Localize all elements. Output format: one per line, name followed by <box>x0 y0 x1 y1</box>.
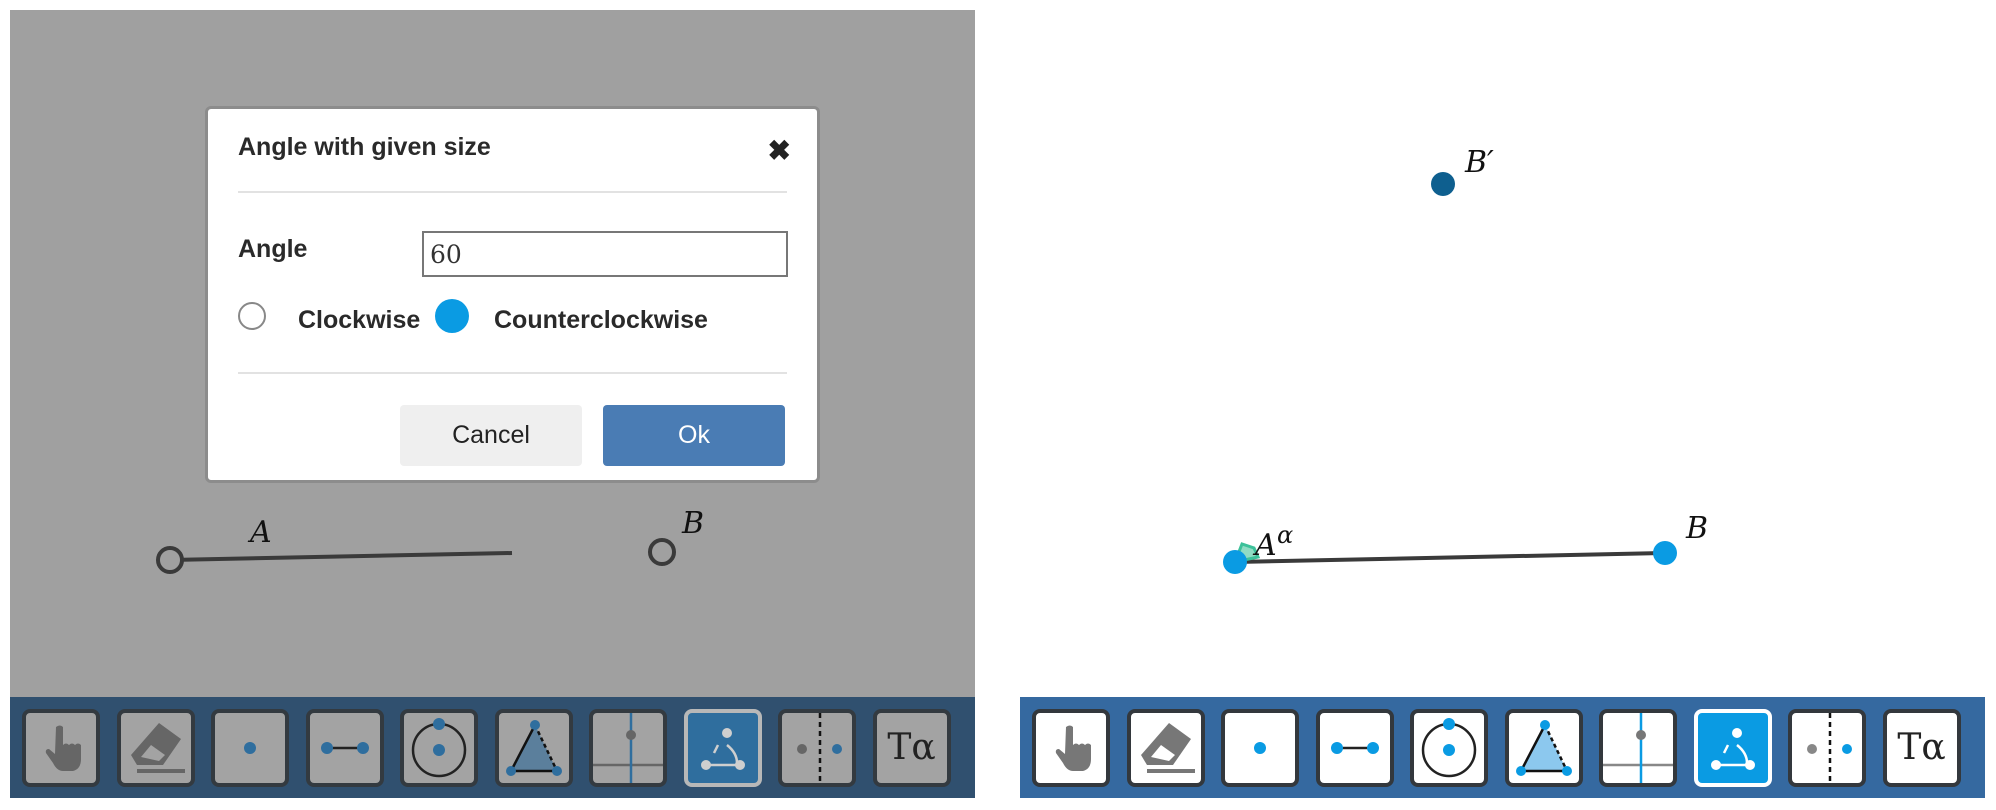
point-b-prime[interactable] <box>1431 172 1455 196</box>
hand-pointer-icon <box>1055 725 1091 771</box>
counterclockwise-label[interactable]: Counterclockwise <box>494 306 708 335</box>
point-a[interactable] <box>1223 550 1247 574</box>
tool-text[interactable]: Tα <box>1882 708 1961 787</box>
tool-perpendicular[interactable] <box>589 708 667 787</box>
point-a-label: A <box>1252 528 1277 563</box>
point-icon <box>244 741 256 754</box>
angle-input[interactable] <box>422 231 788 277</box>
tool-text[interactable]: Tα <box>872 708 951 787</box>
angle-icon <box>700 727 745 770</box>
point-a-label: A <box>247 515 272 550</box>
tool-delete[interactable] <box>1126 708 1205 787</box>
tool-point[interactable] <box>1221 708 1299 787</box>
angle-alpha-label: α <box>1277 521 1293 549</box>
segment-icon <box>320 741 369 754</box>
angle-label: Angle <box>238 235 308 263</box>
angle-dialog: Angle with given size ✖ Angle Clockwise … <box>205 106 820 483</box>
point-b-prime-label: B′ <box>1464 145 1494 180</box>
close-x-icon[interactable]: ✖ <box>768 137 791 165</box>
radio-clockwise[interactable] <box>238 302 266 330</box>
circle-icon <box>1421 717 1477 777</box>
tool-angle-with-given-size[interactable] <box>683 708 762 787</box>
reflect-icon <box>1807 712 1852 783</box>
divider-top <box>238 191 787 193</box>
tool-delete[interactable] <box>116 708 195 787</box>
perpendicular-icon <box>1603 712 1673 783</box>
cancel-button[interactable]: Cancel <box>400 405 582 466</box>
tool-polygon[interactable] <box>1504 708 1583 787</box>
point-b-label: B <box>681 506 704 541</box>
angle-icon <box>1710 727 1755 770</box>
text-icon: Tα <box>887 727 936 768</box>
perpendicular-icon <box>593 712 663 783</box>
tool-segment[interactable] <box>305 708 384 787</box>
tool-move[interactable] <box>22 708 100 787</box>
dialog-title: Angle with given size <box>238 133 491 161</box>
tool-move[interactable] <box>1032 708 1110 787</box>
divider-bottom <box>238 372 787 374</box>
ok-button[interactable]: Ok <box>603 405 785 466</box>
tool-polygon[interactable] <box>494 708 573 787</box>
tool-reflect[interactable] <box>1788 708 1866 787</box>
clockwise-label[interactable]: Clockwise <box>298 306 420 335</box>
left-panel: A B Tα Angle with given size ✖ Angle 60 … <box>10 10 975 798</box>
radio-counterclockwise[interactable] <box>435 299 469 333</box>
segment-ab[interactable] <box>169 551 513 562</box>
hand-pointer-icon <box>45 725 81 771</box>
tool-reflect[interactable] <box>778 708 856 787</box>
eraser-icon <box>130 722 185 773</box>
eraser-icon <box>1140 722 1195 773</box>
point-a[interactable] <box>156 546 184 574</box>
tool-perpendicular[interactable] <box>1599 708 1677 787</box>
point-b[interactable] <box>648 538 676 566</box>
text-icon: Tα <box>1897 727 1946 768</box>
triangle-icon <box>505 719 562 776</box>
right-panel: A α B B′ Tα <box>1020 10 1985 798</box>
toolbar-dimmed: Tα <box>10 697 975 798</box>
segment-ab[interactable] <box>1234 551 1666 564</box>
toolbar: Tα <box>1020 697 1985 798</box>
tool-angle-with-given-size[interactable] <box>1693 708 1772 787</box>
segment-icon <box>1330 741 1379 754</box>
tool-segment[interactable] <box>1315 708 1394 787</box>
point-b[interactable] <box>1653 541 1677 565</box>
tool-point[interactable] <box>211 708 289 787</box>
point-icon <box>1254 741 1266 754</box>
triangle-icon <box>1515 719 1572 776</box>
tool-circle[interactable] <box>1410 708 1488 787</box>
circle-icon <box>411 717 467 777</box>
point-b-label: B <box>1685 511 1708 546</box>
reflect-icon <box>797 712 842 783</box>
geometry-canvas[interactable]: A α B B′ <box>1020 10 1985 697</box>
tool-circle[interactable] <box>400 708 478 787</box>
